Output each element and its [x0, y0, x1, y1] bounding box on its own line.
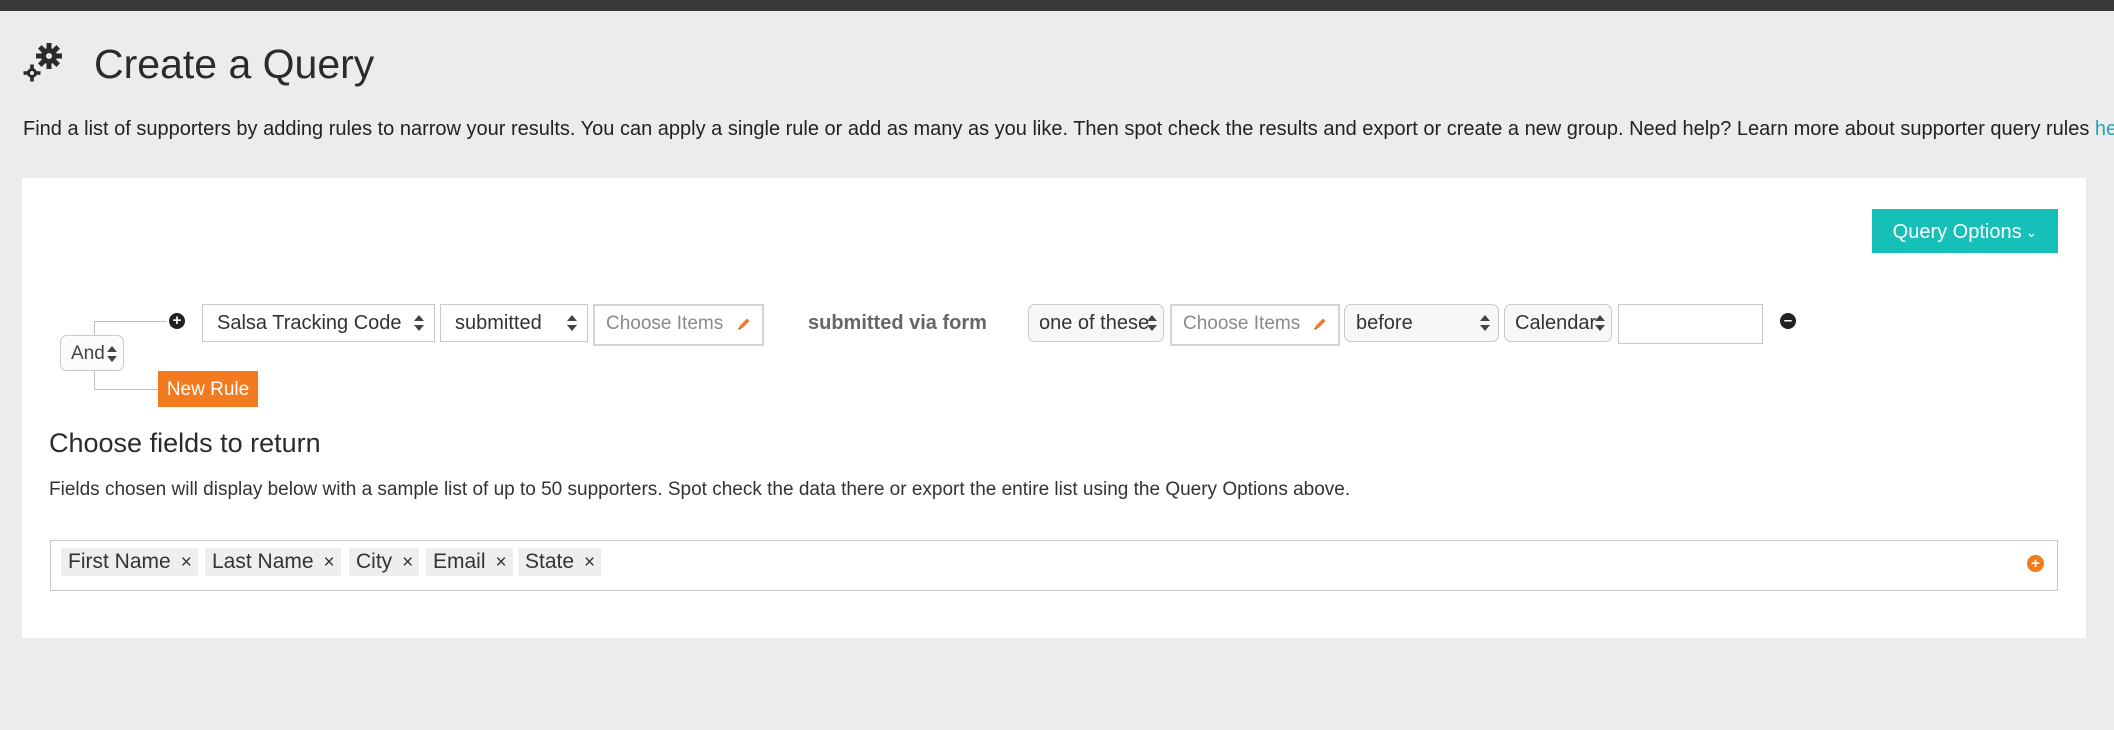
pencil-icon: [1314, 318, 1326, 330]
intro-body: Find a list of supporters by adding rule…: [23, 118, 2095, 140]
field-chip: City ×: [349, 548, 420, 576]
submitted-via-form-label: submitted via form: [808, 312, 987, 334]
new-rule-button[interactable]: New Rule: [158, 371, 258, 407]
group-operator-value: And: [71, 343, 105, 364]
rule-condition-value: submitted: [455, 312, 542, 334]
pencil-icon: [738, 318, 750, 330]
select-arrows-icon: [414, 313, 424, 333]
tree-connector-bottom: [94, 371, 159, 390]
remove-rule-icon[interactable]: –: [1780, 313, 1796, 329]
choose-items-placeholder: Choose Items: [606, 313, 724, 334]
date-input[interactable]: [1618, 304, 1763, 344]
rule-field-select[interactable]: Salsa Tracking Code: [202, 304, 435, 342]
remove-chip-icon[interactable]: ×: [324, 552, 335, 573]
add-rule-icon[interactable]: +: [169, 313, 185, 329]
select-arrows-icon: [1147, 313, 1157, 333]
tree-connector-top: [94, 321, 167, 336]
add-field-icon[interactable]: +: [2027, 555, 2044, 572]
remove-chip-icon[interactable]: ×: [584, 552, 595, 573]
choose-items-field[interactable]: Choose Items: [593, 304, 764, 346]
field-chip-label: Last Name: [212, 550, 314, 573]
help-link[interactable]: here: [2095, 118, 2114, 140]
time-operator-select[interactable]: before: [1344, 304, 1499, 342]
match-select[interactable]: one of these: [1028, 304, 1164, 342]
select-arrows-icon: [1595, 313, 1605, 333]
date-mode-select[interactable]: Calendar: [1504, 304, 1612, 342]
chevron-down-icon: ⌄: [2025, 224, 2038, 240]
gears-icon: [23, 43, 62, 82]
field-chip: Last Name ×: [205, 548, 341, 576]
field-chip-label: First Name: [68, 550, 171, 573]
select-arrows-icon: [1480, 313, 1490, 333]
select-arrows-icon: [107, 344, 117, 364]
field-chip: Email ×: [426, 548, 513, 576]
match-value: one of these: [1039, 312, 1150, 334]
choose-form-items-placeholder: Choose Items: [1183, 313, 1301, 334]
rule-condition-select[interactable]: submitted: [440, 304, 588, 342]
page-title: Create a Query: [94, 41, 375, 87]
choose-form-items-field[interactable]: Choose Items: [1170, 304, 1340, 346]
remove-chip-icon[interactable]: ×: [496, 552, 507, 573]
field-chip-label: State: [525, 550, 575, 573]
group-operator-select[interactable]: And: [60, 335, 124, 371]
field-chip: State ×: [518, 548, 602, 576]
rule-field-value: Salsa Tracking Code: [217, 312, 402, 334]
intro-text: Find a list of supporters by adding rule…: [23, 116, 2114, 142]
select-arrows-icon: [567, 313, 577, 333]
remove-chip-icon[interactable]: ×: [402, 552, 413, 573]
top-bar: [0, 0, 2114, 11]
fields-description: Fields chosen will display below with a …: [49, 479, 1351, 500]
field-chip-label: City: [356, 550, 393, 573]
field-chip-label: Email: [433, 550, 486, 573]
query-options-button[interactable]: Query Options ⌄: [1872, 209, 2058, 253]
field-chip: First Name ×: [61, 548, 198, 576]
query-options-label: Query Options: [1892, 221, 2022, 243]
fields-section-title: Choose fields to return: [49, 428, 321, 458]
time-operator-value: before: [1356, 312, 1413, 334]
date-mode-value: Calendar: [1515, 312, 1597, 334]
remove-chip-icon[interactable]: ×: [181, 552, 192, 573]
